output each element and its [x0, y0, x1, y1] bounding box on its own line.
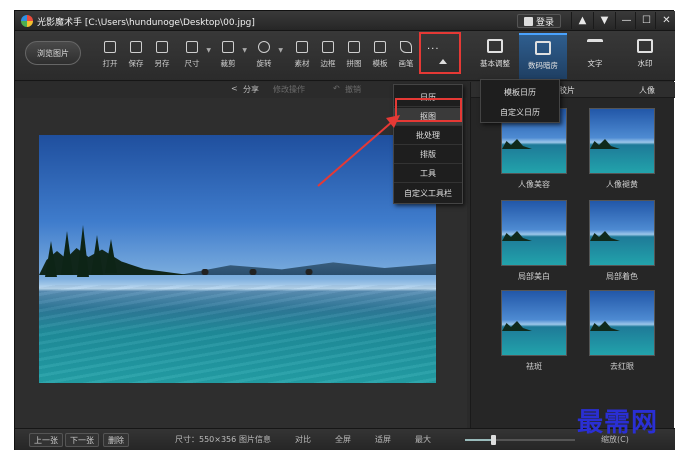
crop-icon	[222, 41, 234, 53]
cutout-highlight	[395, 98, 462, 122]
open-button[interactable]: 打开	[97, 39, 123, 73]
effect-thumb[interactable]	[501, 200, 567, 266]
material-icon	[296, 41, 308, 53]
puzzle-icon	[348, 41, 360, 53]
effect-thumb[interactable]	[589, 108, 655, 174]
save-button[interactable]: 保存	[123, 39, 149, 73]
compare-button[interactable]: 对比	[295, 434, 311, 445]
browse-images-button[interactable]: 浏览图片	[25, 41, 81, 65]
frame-button[interactable]: 边框	[315, 39, 341, 73]
menu-item-batch[interactable]: 批处理	[394, 127, 462, 145]
max-size-button[interactable]: 最大	[415, 434, 431, 445]
delete-button[interactable]: 删除	[103, 433, 129, 447]
effect-label: 去红眼	[610, 362, 634, 371]
tab-basic-adjust[interactable]: 基本调整	[471, 33, 519, 79]
template-button[interactable]: 模板	[367, 39, 393, 73]
effect-thumb[interactable]	[589, 290, 655, 356]
close-button[interactable]: ✕	[655, 12, 677, 29]
tab-portrait[interactable]: 人像	[639, 85, 655, 96]
text-icon	[587, 39, 603, 53]
material-button[interactable]: 素材	[289, 39, 315, 73]
darkroom-icon	[535, 41, 551, 55]
zoom-handle[interactable]	[490, 435, 496, 445]
more-icon[interactable]: ...	[427, 41, 440, 52]
puzzle-button[interactable]: 拼图	[341, 39, 367, 73]
site-watermark: 最需网	[577, 408, 659, 438]
save-icon	[130, 41, 142, 53]
fullscreen-button[interactable]: 全屏	[335, 434, 351, 445]
next-image-button[interactable]: 下一张	[65, 433, 99, 447]
resize-button[interactable]: 尺寸 ▼	[179, 39, 211, 73]
adjust-icon	[487, 39, 503, 53]
more-button-highlight	[419, 32, 461, 74]
main-toolbar: 浏览图片 打开 保存 另存 尺寸 ▼ 裁剪 ▼ 旋转 ▼ 素材 边框 拼图 模板 画笔…	[15, 31, 675, 81]
chevron-down-icon[interactable]: ▼	[278, 47, 283, 54]
app-window: 光影魔术手 [C:\Users\hundunoge\Desktop\00.jpg…	[14, 10, 675, 450]
share-icon[interactable]: <	[231, 84, 238, 93]
submenu-item-custom-calendar[interactable]: 自定义日历	[481, 102, 559, 122]
skin-up-icon[interactable]: ▲	[571, 12, 593, 29]
menu-down-icon[interactable]: ▼	[593, 12, 615, 29]
effect-label: 人像褪黄	[606, 180, 638, 189]
menu-item-custom-toolbar[interactable]: 自定义工具栏	[394, 184, 462, 202]
effect-thumb[interactable]	[501, 290, 567, 356]
watermark-icon	[637, 39, 653, 53]
maximize-button[interactable]: ☐	[635, 12, 657, 29]
undo-icon[interactable]: ↶	[333, 84, 340, 93]
effect-thumb[interactable]	[589, 200, 655, 266]
brush-icon	[400, 41, 412, 53]
effect-label: 局部着色	[606, 272, 638, 281]
save-as-button[interactable]: 另存	[149, 39, 175, 73]
resize-icon	[186, 41, 198, 53]
status-bar: 上一张 下一张 删除 尺寸：550×356 图片信息 对比 全屏 适屏 最大 缩…	[15, 428, 675, 450]
tab-digital-darkroom[interactable]: 数码暗房	[519, 33, 567, 79]
effect-label: 局部美白	[518, 272, 550, 281]
tab-text[interactable]: 文字	[571, 33, 619, 79]
prev-image-button[interactable]: 上一张	[29, 433, 63, 447]
rotate-icon	[258, 41, 270, 53]
share-button[interactable]: 分享	[243, 84, 259, 95]
crop-button[interactable]: 裁剪 ▼	[215, 39, 247, 73]
photo-lake-scene	[39, 135, 436, 383]
image-info-button[interactable]: 图片信息	[239, 434, 271, 445]
effect-label: 祛斑	[526, 362, 542, 371]
image-size: 尺寸：550×356	[175, 435, 237, 444]
login-label: 登录	[536, 17, 555, 28]
menu-item-layout[interactable]: 排版	[394, 146, 462, 164]
window-title: 光影魔术手 [C:\Users\hundunoge\Desktop\00.jpg…	[37, 18, 255, 28]
menu-item-tools[interactable]: 工具	[394, 165, 462, 183]
title-bar: 光影魔术手 [C:\Users\hundunoge\Desktop\00.jpg…	[15, 11, 675, 31]
open-icon	[104, 41, 116, 53]
effect-label: 人像美容	[518, 180, 550, 189]
chevron-down-icon[interactable]: ▼	[242, 47, 247, 54]
save-as-icon	[156, 41, 168, 53]
rotate-button[interactable]: 旋转 ▼	[251, 39, 283, 73]
undo-button[interactable]: 撤销	[345, 84, 361, 95]
login-button[interactable]: 登录	[517, 14, 562, 28]
submenu-item-template-calendar[interactable]: 模板日历	[481, 82, 559, 102]
app-logo-icon	[21, 15, 33, 27]
effects-panel: 胶片 人像 人像美容 人像褪黄 局部美白 局部着色 祛斑 去红眼	[470, 82, 675, 428]
template-icon	[374, 41, 386, 53]
fit-screen-button[interactable]: 适屏	[375, 434, 391, 445]
zoom-slider[interactable]	[465, 435, 575, 445]
zoom-fill	[465, 439, 493, 441]
chevron-down-icon[interactable]: ▼	[206, 47, 211, 54]
brush-button[interactable]: 画笔	[393, 39, 419, 73]
frame-icon	[322, 41, 334, 53]
tab-film[interactable]: 胶片	[559, 85, 575, 96]
tab-watermark[interactable]: 水印	[621, 33, 669, 79]
history-button[interactable]: 修改操作	[273, 84, 305, 95]
calendar-submenu: 模板日历 自定义日历	[480, 79, 560, 123]
triangle-icon[interactable]	[439, 59, 447, 64]
minimize-button[interactable]: —	[615, 12, 637, 29]
user-icon	[524, 16, 533, 26]
